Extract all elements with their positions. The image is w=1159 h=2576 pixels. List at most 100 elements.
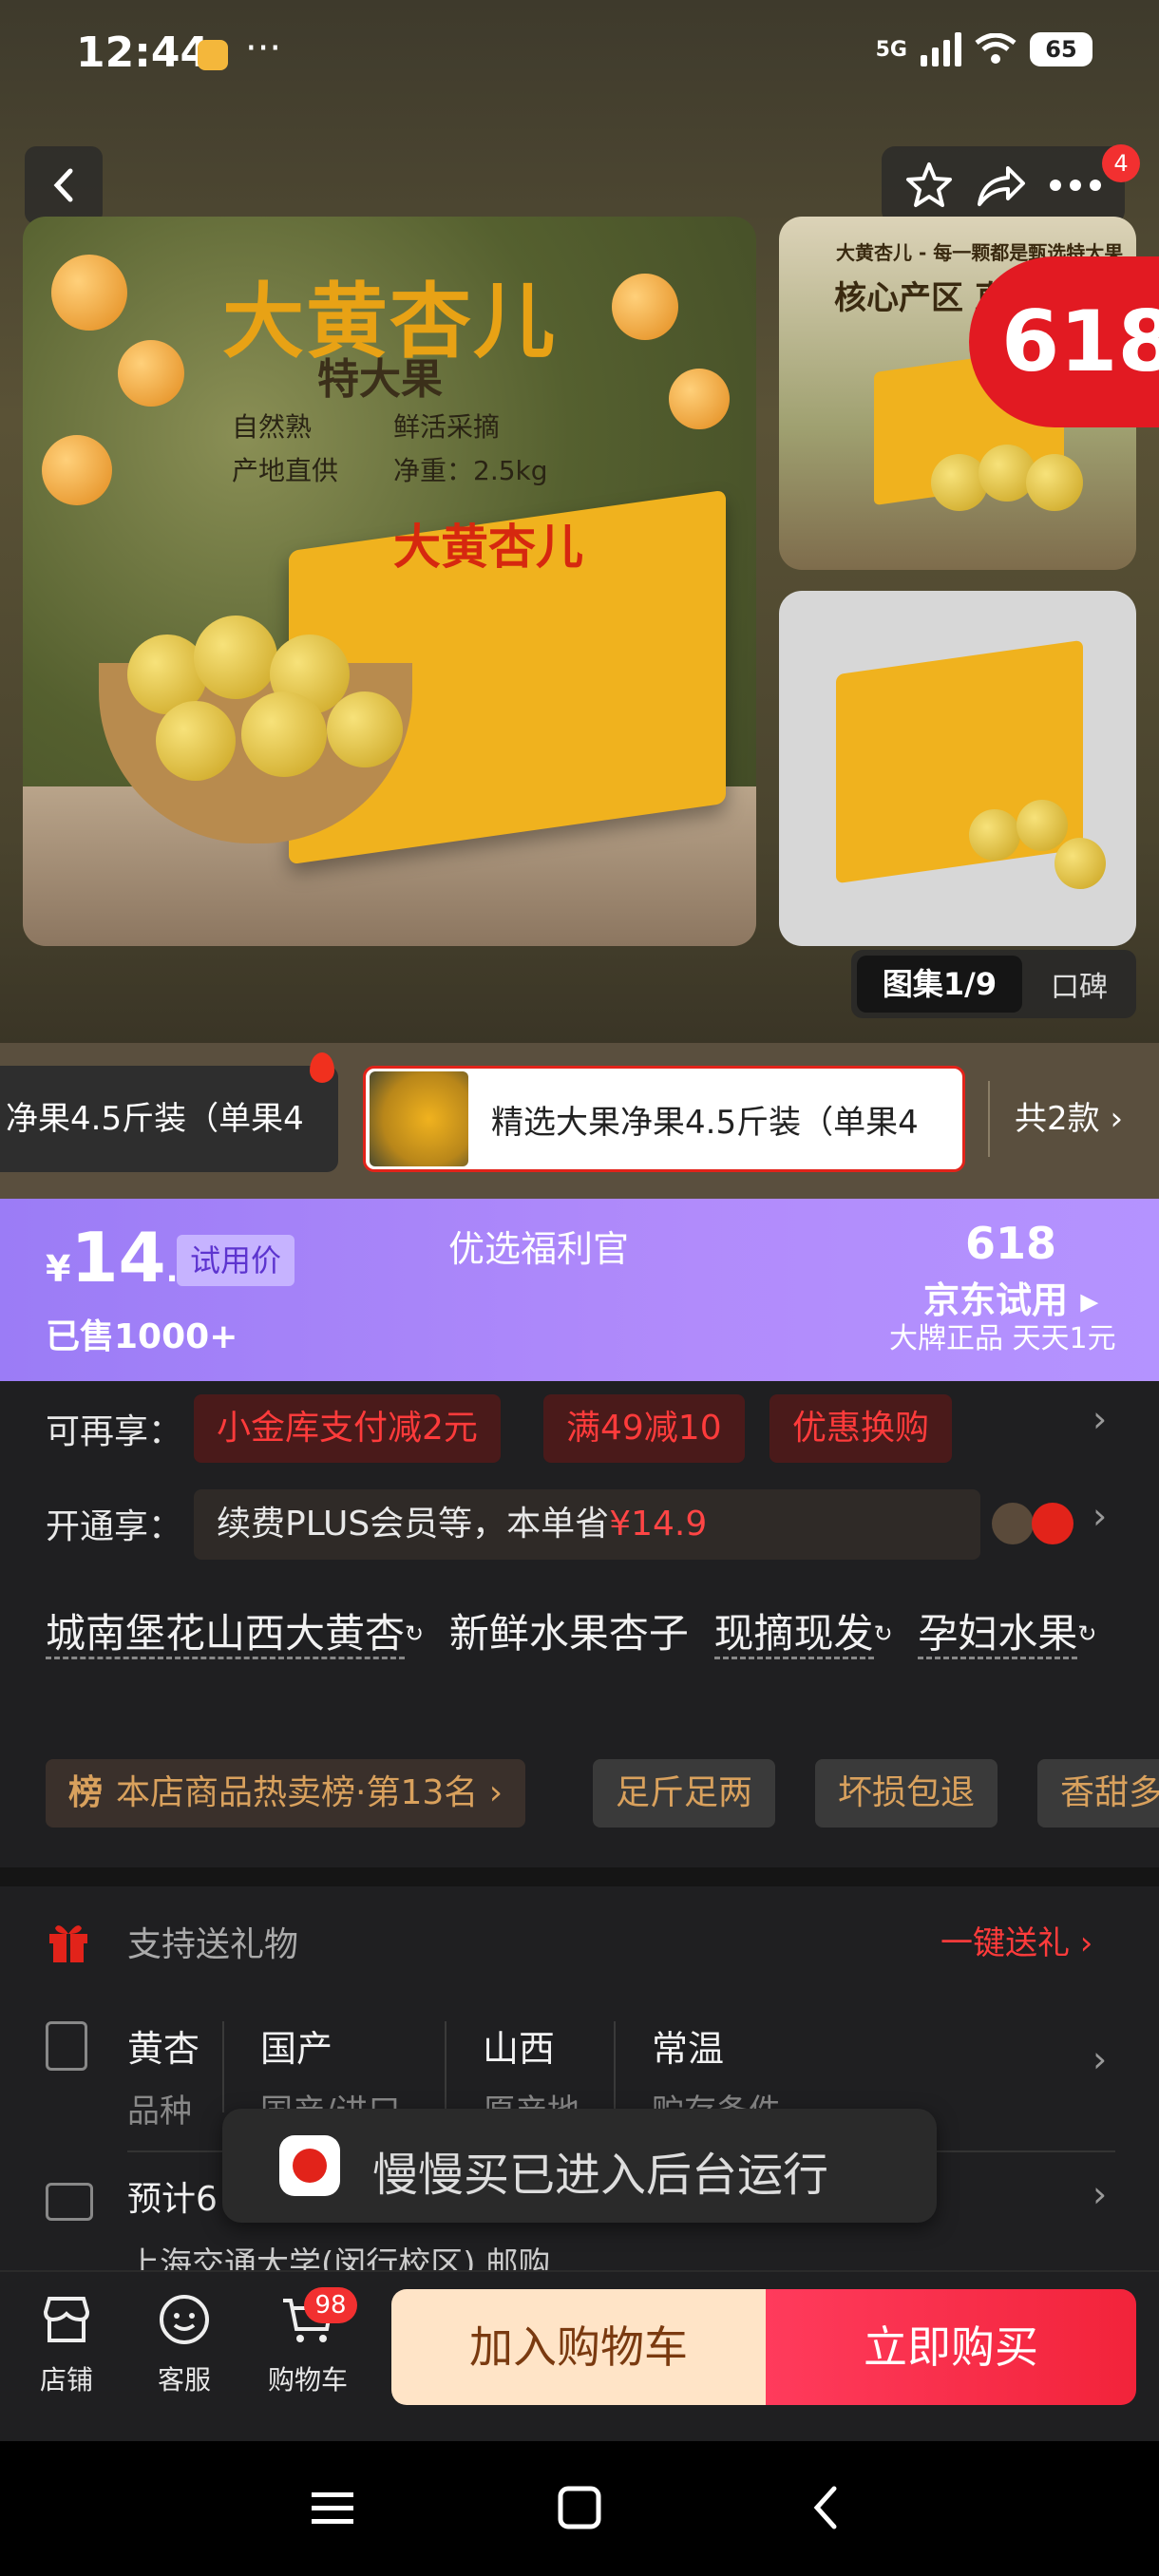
rank-icon: 榜 xyxy=(68,1773,104,1812)
refresh-icon: ↻ xyxy=(873,1620,893,1647)
favorite-star-icon[interactable] xyxy=(904,161,954,210)
status-time: 12:44 xyxy=(76,28,210,77)
app-notification-icon xyxy=(198,40,228,70)
offer-chip[interactable]: 满49减10 xyxy=(543,1394,745,1463)
plus-label: 开通享： xyxy=(46,1507,183,1546)
rank-chip[interactable]: 榜本店商品热卖榜·第13名 › xyxy=(46,1759,526,1828)
offer-chip[interactable]: 优惠换购 xyxy=(770,1394,953,1463)
image-subtitle: 特大果 xyxy=(317,355,443,404)
battery-indicator: 65 xyxy=(1030,32,1092,66)
more-options-icon[interactable] xyxy=(1049,179,1102,192)
shipping-estimate: 预计6 xyxy=(127,2180,218,2219)
price-integer: 14 xyxy=(70,1218,166,1297)
feature-tag[interactable]: 足斤足两 xyxy=(593,1759,776,1828)
attribute-variety: 黄杏 品种 xyxy=(127,2028,200,2131)
gallery-switch: 图集1/9 口碑 xyxy=(851,950,1136,1018)
home-icon[interactable] xyxy=(551,2479,608,2536)
variant-thumbnail xyxy=(370,1071,468,1166)
hot-fire-icon xyxy=(310,1052,334,1083)
background-toast: 慢慢买已进入后台运行 xyxy=(222,2109,937,2223)
network-type: 5G xyxy=(875,37,907,62)
plus-chevron-icon[interactable]: › xyxy=(1092,1495,1107,1537)
feature-tag[interactable]: 香甜多 xyxy=(1037,1759,1159,1828)
truck-icon xyxy=(46,2183,93,2221)
menu-icon[interactable] xyxy=(304,2479,361,2536)
main-product-image[interactable]: 大黄杏儿 特大果 自然熟 鲜活采摘 产地直供 净重：2.5kg 大黄杏儿 xyxy=(23,217,756,946)
bottom-action-bar: 店铺 客服 购物车 98 加入购物车 立即购买 xyxy=(0,2270,1159,2441)
variant-selected-label: 精选大果净果4.5斤装（单果4 xyxy=(491,1103,919,1142)
customer-service-button[interactable]: 客服 xyxy=(127,2291,241,2397)
feature-fresh: 鲜活采摘 xyxy=(393,411,501,443)
signal-icon xyxy=(921,32,961,66)
attribute-divider xyxy=(222,2021,224,2112)
feature-weight: 净重：2.5kg xyxy=(393,455,548,486)
offers-label: 可再享： xyxy=(46,1412,183,1451)
back-arrow-icon xyxy=(53,168,73,202)
promo-618-badge: 618 xyxy=(969,256,1159,427)
status-indicators: 5G 65 xyxy=(876,32,1092,66)
price-currency: ¥ xyxy=(46,1248,71,1290)
attributes-chevron-icon[interactable]: › xyxy=(1092,2038,1107,2080)
shipping-chevron-icon[interactable]: › xyxy=(1092,2173,1107,2215)
hero-gallery: 12:44 ··· 5G 65 4 大黄杏儿 特大果 自然熟 鲜活采摘 产地直供… xyxy=(0,0,1159,1045)
product-info: 可再享： 小金库支付减2元 满49减10 优惠换购 › 开通享： 续费PLUS会… xyxy=(0,1381,1159,1867)
status-bar: 12:44 ··· 5G 65 xyxy=(0,0,1159,114)
cart-count-badge: 98 xyxy=(304,2287,357,2323)
variant-option-selected[interactable]: 精选大果净果4.5斤装（单果4 xyxy=(363,1066,965,1172)
refresh-icon: ↻ xyxy=(405,1620,425,1647)
plus-amount: ¥14.9 xyxy=(609,1505,708,1544)
back-icon[interactable] xyxy=(798,2479,855,2536)
plus-membership-chip[interactable]: 续费PLUS会员等，本单省¥14.9 xyxy=(194,1489,980,1560)
plus-text: 续费PLUS会员等，本单省 xyxy=(217,1505,610,1544)
title-segment[interactable]: 城南堡花山西大黄杏 xyxy=(46,1610,406,1659)
chat-smile-icon xyxy=(160,2295,209,2344)
buy-now-button[interactable]: 立即购买 xyxy=(766,2289,1136,2405)
welfare-label: 优选福利官 xyxy=(448,1228,630,1270)
app-logo-icon xyxy=(279,2135,340,2196)
title-segment[interactable]: 现摘现发 xyxy=(713,1610,874,1659)
brand-slogan: 大牌正品 天天1元 xyxy=(889,1322,1116,1355)
offers-chevron-icon[interactable]: › xyxy=(1092,1398,1107,1440)
send-gift-link[interactable]: 一键送礼 › xyxy=(940,1917,1092,1963)
title-segment[interactable]: 孕妇水果 xyxy=(918,1610,1078,1659)
price-banner: ¥14.9 试用价 已售1000+ 优选福利官 618 京东试用 ▸ 大牌正品 … xyxy=(0,1199,1159,1381)
event-618-label: 618 xyxy=(965,1218,1057,1269)
variant-option[interactable]: 净果4.5斤装（单果4 xyxy=(0,1066,338,1172)
top-actions xyxy=(882,146,1125,224)
box-label: 大黄杏儿 xyxy=(393,519,583,575)
thumbnail-image-2[interactable] xyxy=(779,591,1136,946)
feature-natural: 自然熟 xyxy=(232,411,313,443)
variant-divider xyxy=(988,1081,990,1157)
share-icon[interactable] xyxy=(976,162,1027,208)
reviews-tab[interactable]: 口碑 xyxy=(1022,963,1136,1005)
variant-count-link[interactable]: 共2款 › xyxy=(1015,1066,1123,1172)
attribute-divider xyxy=(614,2021,616,2112)
crown-icon xyxy=(992,1503,1034,1544)
more-notifications-icon: ··· xyxy=(245,27,282,70)
title-segment: 新鲜水果杏子 xyxy=(448,1610,689,1657)
sold-count: 已售1000+ xyxy=(46,1317,238,1356)
trial-price-tag: 试用价 xyxy=(177,1235,295,1286)
wallet-icon xyxy=(1032,1503,1074,1544)
back-button[interactable] xyxy=(25,146,103,224)
rank-text: 本店商品热卖榜·第13名 › xyxy=(116,1773,504,1812)
product-page: 12:44 ··· 5G 65 4 大黄杏儿 特大果 自然熟 鲜活采摘 产地直供… xyxy=(0,0,1159,2576)
refresh-icon: ↻ xyxy=(1077,1620,1097,1647)
store-button[interactable]: 店铺 xyxy=(10,2291,124,2397)
feature-origin: 产地直供 xyxy=(232,455,339,486)
feature-tag[interactable]: 坏损包退 xyxy=(815,1759,998,1828)
gift-icon xyxy=(49,1925,87,1962)
notification-badge: 4 xyxy=(1102,144,1140,182)
store-icon xyxy=(43,2297,90,2342)
gallery-tab[interactable]: 图集1/9 xyxy=(857,956,1022,1013)
document-icon xyxy=(46,2021,87,2071)
wifi-icon xyxy=(975,33,1016,64)
product-title: 城南堡花山西大黄杏↻ 新鲜水果杏子 现摘现发↻ 孕妇水果↻ xyxy=(46,1601,1129,1666)
gift-label: 支持送礼物 xyxy=(127,1925,299,1964)
toast-message: 慢慢买已进入后台运行 xyxy=(372,2149,829,2202)
attribute-divider xyxy=(445,2021,446,2112)
offer-chip[interactable]: 小金库支付减2元 xyxy=(194,1394,501,1463)
section-divider xyxy=(0,1867,1159,1886)
add-to-cart-button[interactable]: 加入购物车 xyxy=(391,2289,766,2405)
system-nav-bar xyxy=(0,2441,1159,2576)
